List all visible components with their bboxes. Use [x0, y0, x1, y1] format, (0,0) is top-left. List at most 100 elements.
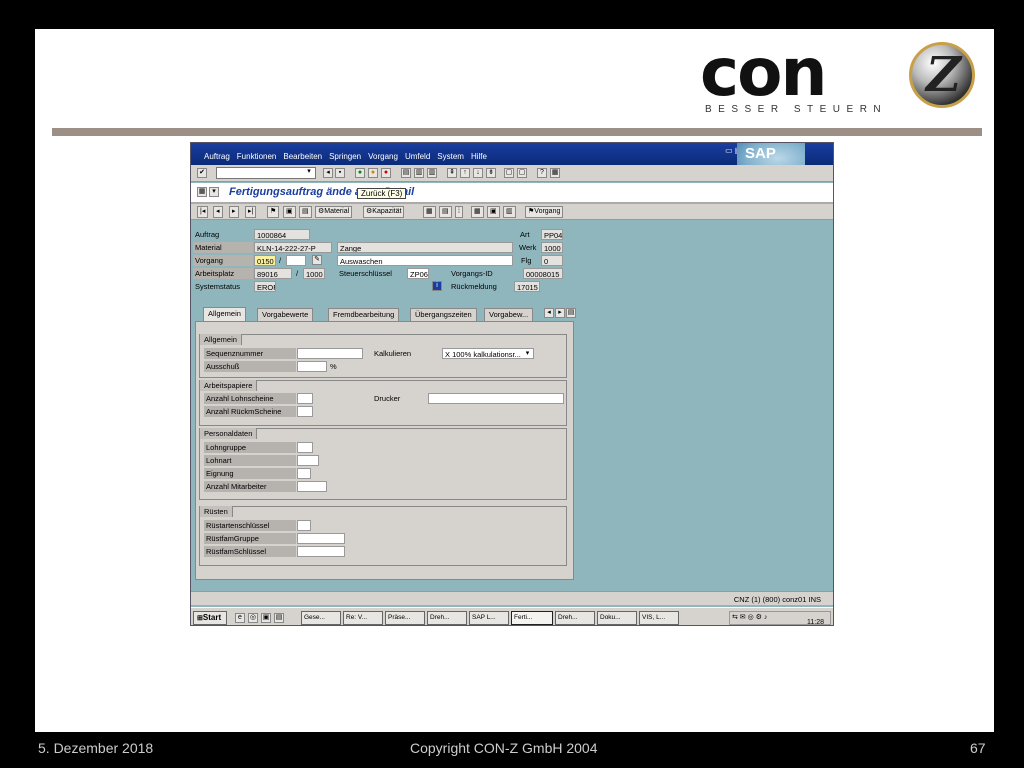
save-icon[interactable]: ▪ [335, 168, 345, 178]
kalkulieren-select[interactable]: X 100% kalkulationsr... [442, 348, 534, 359]
kalkulieren-dropdown-icon[interactable]: ▾ [523, 350, 532, 358]
ruestartenschluessel-input[interactable] [297, 520, 311, 531]
tray-network-icon[interactable]: ⇆ ✉ ◎ ⚙ ♪ [732, 612, 767, 624]
delete-icon[interactable]: ▥ [503, 206, 516, 218]
last-record-icon[interactable]: ▸| [245, 206, 257, 218]
vorgang-button-label: Vorgang [534, 208, 561, 215]
kapazitat-button[interactable]: ⚙ Kapazität [363, 206, 405, 218]
object-services-icon[interactable]: ▾ [209, 187, 219, 197]
menu-item-auftrag[interactable]: Auftrag [204, 152, 230, 161]
steuerschluessel-input[interactable]: ZP06 [407, 268, 429, 279]
menu-item-vorgang[interactable]: Vorgang [368, 152, 398, 161]
menu-item-bearbeiten[interactable]: Bearbeiten [283, 152, 322, 161]
next-record-icon[interactable]: ▸ [229, 206, 239, 218]
ausschuss-label: Ausschuß [204, 361, 296, 372]
material-label: Material [193, 242, 253, 253]
ruestfamgruppe-input[interactable] [297, 533, 345, 544]
arbeitsplatz-werk-field[interactable]: 1000 [303, 268, 325, 279]
command-field[interactable] [216, 167, 316, 179]
tab-vorgabewerte[interactable]: Vorgabewerte [257, 308, 314, 321]
tab-vorgabew[interactable]: Vorgabew... [484, 308, 534, 321]
task-dreh-1[interactable]: Dreh... [427, 611, 467, 625]
last-page-icon[interactable]: ⇟ [486, 168, 496, 178]
shortcut-icon[interactable]: ▢ [517, 168, 527, 178]
cancel-icon[interactable]: ● [381, 168, 391, 178]
copy-operation-icon[interactable]: ▣ [487, 206, 500, 218]
task-sap[interactable]: SAP L... [469, 611, 509, 625]
tab-scroll-left-icon[interactable]: ◂ [544, 308, 554, 318]
first-record-icon[interactable]: |◂ [197, 206, 209, 218]
release-flag-icon[interactable]: ⚑ [267, 206, 280, 218]
find-icon[interactable]: ▥ [414, 168, 424, 178]
rueckmscheine-input[interactable] [297, 406, 313, 417]
lohnart-input[interactable] [297, 455, 319, 466]
next-page-icon[interactable]: ↓ [473, 168, 483, 178]
menu-item-springen[interactable]: Springen [329, 152, 361, 161]
document-icon[interactable]: ▤ [299, 206, 312, 218]
back-icon[interactable]: ● [355, 168, 365, 178]
find-next-icon[interactable]: ▥ [427, 168, 437, 178]
quicklaunch-ie-icon[interactable]: e [235, 613, 245, 623]
menu-item-umfeld[interactable]: Umfeld [405, 152, 430, 161]
info-icon[interactable]: i [432, 281, 442, 291]
rueckmeldung-field[interactable]: 17015 [514, 281, 540, 292]
lohngruppe-input[interactable] [297, 442, 313, 453]
task-doku[interactable]: Doku... [597, 611, 637, 625]
group-personaldaten: Personaldaten Lohngruppe Lohnart Eignung… [199, 428, 567, 500]
layout-icon[interactable]: ▦ [197, 187, 207, 197]
print-icon[interactable]: ▤ [401, 168, 411, 178]
arbeitsplatz-field[interactable]: 89016 [254, 268, 292, 279]
task-praese[interactable]: Präse... [385, 611, 425, 625]
tab-uebergangszeiten[interactable]: Übergangszeiten [410, 308, 477, 321]
quicklaunch-explorer-icon[interactable]: ▤ [274, 613, 284, 623]
drucker-input[interactable] [428, 393, 564, 404]
previous-page-icon[interactable]: ↑ [460, 168, 470, 178]
print-order-icon[interactable]: ▤ [439, 206, 452, 218]
first-page-icon[interactable]: ⇞ [447, 168, 457, 178]
tab-scroll-right-icon[interactable]: ▸ [555, 308, 565, 318]
task-dreh-2[interactable]: Dreh... [555, 611, 595, 625]
systemstatus-field[interactable]: EROF [254, 281, 276, 292]
mitarbeiter-input[interactable] [297, 481, 327, 492]
werk-label: Werk [519, 243, 537, 252]
new-session-icon[interactable]: ▢ [504, 168, 514, 178]
vorgang-label: Vorgang [193, 255, 253, 266]
quicklaunch-desktop-icon[interactable]: ▣ [261, 613, 271, 623]
edit-long-text-icon[interactable]: ✎ [312, 255, 322, 265]
material-button[interactable]: ⚙ Material [315, 206, 353, 218]
ruestfamschluessel-input[interactable] [297, 546, 345, 557]
structure-icon[interactable]: ▦ [471, 206, 484, 218]
vorgang-description-input[interactable]: Auswaschen [337, 255, 513, 266]
eignung-input[interactable] [297, 468, 311, 479]
start-button-label: Start [202, 613, 222, 622]
menu-item-system[interactable]: System [437, 152, 464, 161]
enter-check-icon[interactable]: ✔ [197, 168, 207, 178]
exit-icon[interactable]: ● [368, 168, 378, 178]
lohnscheine-input[interactable] [297, 393, 313, 404]
menu-item-hilfe[interactable]: Hilfe [471, 152, 487, 161]
task-gese[interactable]: Gese... [301, 611, 341, 625]
task-re[interactable]: Re: V... [343, 611, 383, 625]
start-button[interactable]: ⊞Start [193, 611, 227, 625]
tab-list-icon[interactable]: ▤ [566, 308, 576, 318]
help-icon[interactable]: ? [537, 168, 547, 178]
previous-record-icon[interactable]: ◂ [213, 206, 223, 218]
back-arrow-icon[interactable]: ◂ [323, 168, 333, 178]
tab-allgemein[interactable]: Allgemein [203, 307, 246, 321]
menu-item-funktionen[interactable]: Funktionen [237, 152, 277, 161]
task-vis[interactable]: VIS, L... [639, 611, 679, 625]
ausschuss-input[interactable] [297, 361, 327, 372]
sequenznummer-input[interactable] [297, 348, 363, 359]
quicklaunch-outlook-icon[interactable]: ◎ [248, 613, 258, 623]
sequence-icon[interactable]: ⁞ [455, 206, 463, 218]
task-ferti[interactable]: Ferti... [511, 611, 553, 625]
vorgang-input[interactable]: 0150 [254, 255, 276, 266]
copy-icon[interactable]: ▣ [283, 206, 296, 218]
command-history-icon[interactable]: ▾ [304, 168, 314, 178]
vorgang-sub-input[interactable] [286, 255, 306, 266]
tab-fremdbearbeitung[interactable]: Fremdbearbeitung [328, 308, 400, 321]
network-icon[interactable]: ▦ [423, 206, 436, 218]
vorgang-button[interactable]: ⚑ Vorgang [525, 206, 564, 218]
layout-menu-icon[interactable]: ▦ [550, 168, 560, 178]
flg-field: 0 [541, 255, 563, 266]
